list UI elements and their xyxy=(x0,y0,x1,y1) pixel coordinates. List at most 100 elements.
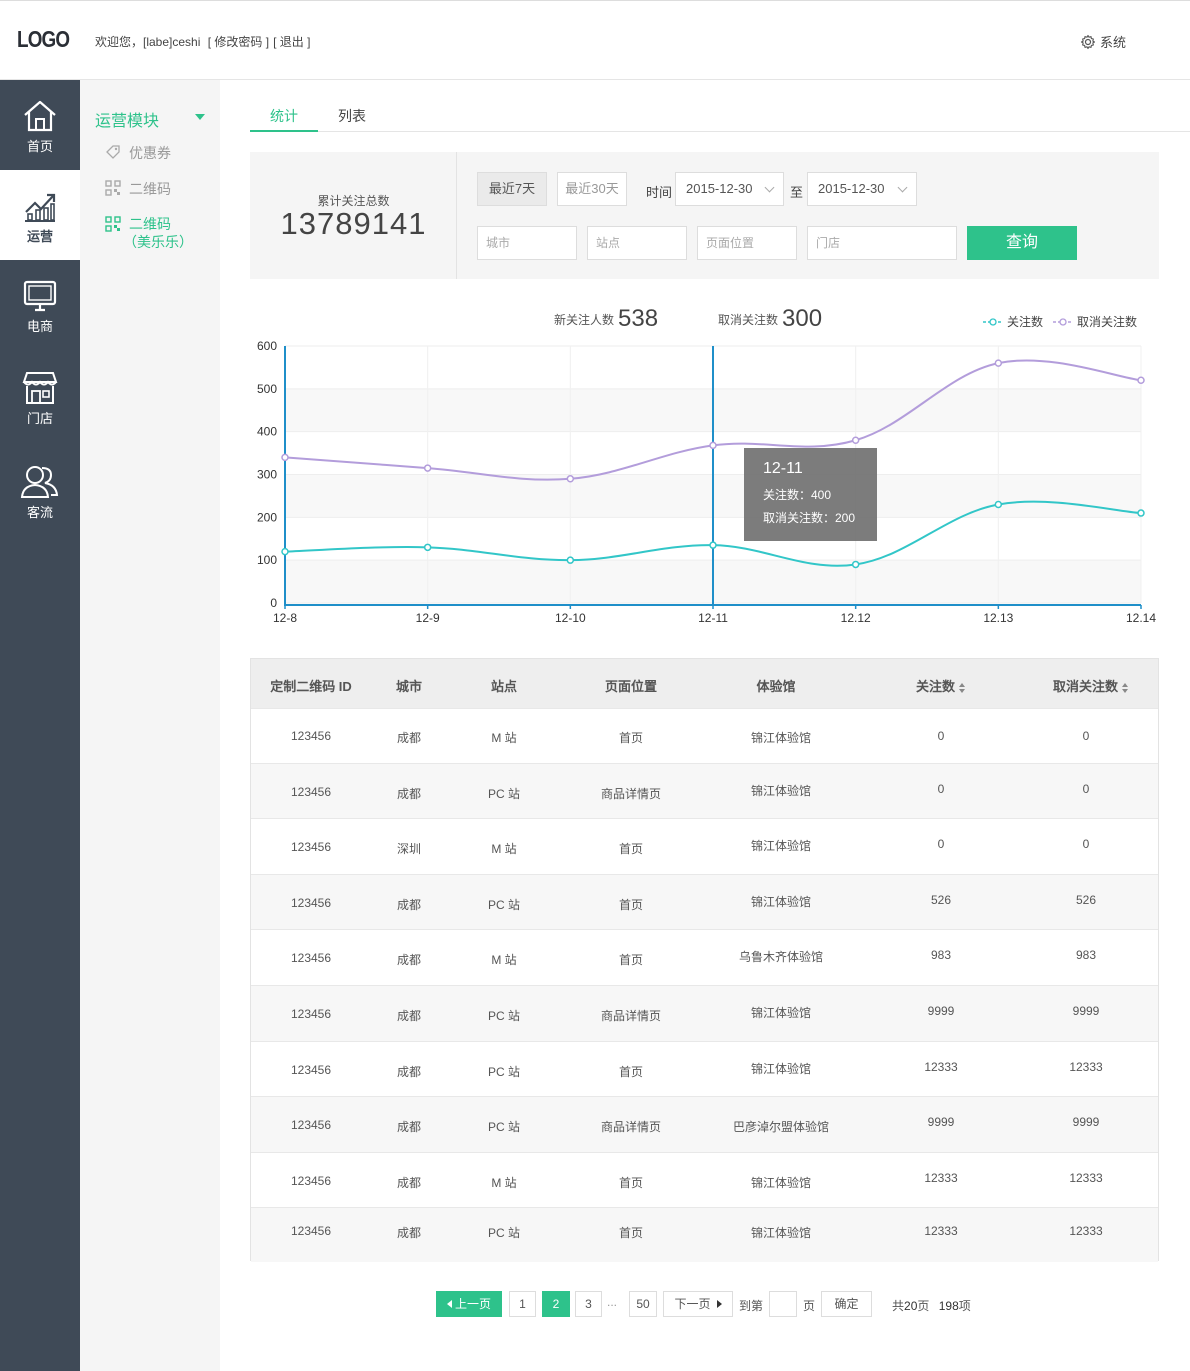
to-label: 至 xyxy=(790,185,804,200)
table-cell: PC 站 xyxy=(487,1065,520,1079)
monitor-icon xyxy=(23,280,57,312)
table-cell: 0 xyxy=(937,837,945,851)
table-row[interactable]: 123456 成都 PC 站 首页 锦江体验馆 12333 12333 xyxy=(251,1041,1158,1096)
table-cell: 乌鲁木齐体验馆 xyxy=(738,950,823,964)
table-cell: 首页 xyxy=(618,1065,643,1079)
table-cell: PC 站 xyxy=(487,1009,520,1023)
col-header-page: 页面位置 xyxy=(604,679,657,694)
table-row[interactable]: 123456 成都 M 站 首页 乌鲁木齐体验馆 983 983 xyxy=(251,929,1158,985)
data-point-follow xyxy=(994,500,1003,509)
items-suffix: 项 xyxy=(958,1299,971,1313)
last-7-days-button[interactable]: 最近7天 xyxy=(477,172,547,206)
table-cell: 锦江体验馆 xyxy=(750,1226,811,1240)
table-cell: PC 站 xyxy=(487,898,520,912)
sub-nav-item-coupon[interactable]: 优惠券 xyxy=(105,143,171,163)
new-follow-value: 538 xyxy=(618,305,659,332)
query-button[interactable]: 查询 xyxy=(967,226,1077,260)
system-menu[interactable]: 系统 xyxy=(1080,32,1126,51)
nav-item-store[interactable]: 门店 xyxy=(0,350,80,440)
tooltip-line-unfollow: 取消关注数：200 xyxy=(763,511,856,525)
tab-list[interactable]: 列表 xyxy=(338,106,366,126)
table-cell: 123456 xyxy=(290,896,332,910)
chart-legend: 关注数 取消关注数 xyxy=(983,313,1137,330)
x-tick-label: 12.12 xyxy=(841,611,871,625)
sub-nav-sublabel-meilele: （美乐乐） xyxy=(123,234,193,250)
legend-unfollow-label: 取消关注数 xyxy=(1077,315,1138,329)
x-tick-label: 12-8 xyxy=(273,611,297,625)
logo[interactable]: LOGO xyxy=(17,26,70,53)
legend-follow-label: 关注数 xyxy=(1007,315,1044,329)
col-header-follow[interactable]: 关注数 xyxy=(891,676,991,695)
last-30-days-button[interactable]: 最近30天 xyxy=(557,172,627,206)
follow-line-chart: 0 100 200 300 400 500 600 12-8 12-9 12-10 12-11 12.… xyxy=(257,339,1156,625)
table-row[interactable]: 123456 成都 PC 站 商品详情页 锦江体验馆 9999 9999 xyxy=(251,985,1158,1041)
col-header-follow-label: 关注数 xyxy=(915,679,955,694)
gear-icon xyxy=(1080,34,1096,49)
tab-statistics[interactable]: 统计 xyxy=(270,106,298,126)
table-cell: 成都 xyxy=(396,1120,421,1134)
logout-link[interactable]: [ 退出 ] xyxy=(273,35,310,49)
legend-item-follow[interactable]: 关注数 xyxy=(983,313,1043,330)
sub-nav-item-qrcode[interactable]: 二维码 xyxy=(105,179,171,199)
table-cell: 0 xyxy=(1082,782,1090,796)
table-cell: PC 站 xyxy=(487,787,520,801)
table-row[interactable]: 123456 深圳 M 站 首页 锦江体验馆 0 0 xyxy=(251,818,1158,874)
store-input[interactable] xyxy=(807,226,957,260)
table-cell: 锦江体验馆 xyxy=(750,731,811,745)
change-password-link[interactable]: [ 修改密码 ] xyxy=(208,35,269,49)
city-input[interactable] xyxy=(477,226,577,260)
data-point-follow xyxy=(709,541,717,549)
table-header: 定制二维码 ID 城市 站点 页面位置 体验馆 关注数 取消关注数 xyxy=(251,659,1158,708)
sub-nav-item-qrcode-meilele[interactable]: 二维码 （美乐乐） xyxy=(105,215,193,251)
site-input[interactable] xyxy=(587,226,687,260)
table-cell: 12333 xyxy=(924,1060,958,1074)
nav-item-ecommerce[interactable]: 电商 xyxy=(0,260,80,350)
pagination: 上一页 1 2 3 ... 50 下一页 到第 页 确定 共20页 198项 xyxy=(0,1291,1190,1317)
goto-page-input[interactable] xyxy=(769,1291,797,1317)
table-cell: 成都 xyxy=(396,898,421,912)
goto-confirm-button[interactable]: 确定 xyxy=(821,1291,872,1317)
col-header-venue: 体验馆 xyxy=(756,679,796,694)
table-cell: 9999 xyxy=(927,1004,955,1018)
table-row[interactable]: 123456 成都 PC 站 首页 锦江体验馆 526 526 xyxy=(251,874,1158,929)
page-position-input[interactable] xyxy=(697,226,797,260)
store-icon xyxy=(22,372,58,404)
page-50-button[interactable]: 50 xyxy=(629,1291,657,1317)
nav-label-operations: 运营 xyxy=(26,229,53,244)
sort-icon xyxy=(1122,682,1129,693)
home-icon xyxy=(24,100,56,132)
table-cell: 锦江体验馆 xyxy=(750,1176,811,1190)
table-cell: 123456 xyxy=(290,785,332,799)
table-row[interactable]: 123456 成都 PC 站 首页 锦江体验馆 12333 12333 xyxy=(251,1207,1158,1262)
next-page-button[interactable]: 下一页 xyxy=(663,1291,733,1317)
nav-item-operations[interactable]: 运营 xyxy=(0,170,80,260)
date-to-select[interactable]: 2015-12-30 xyxy=(807,172,917,206)
table-row[interactable]: 123456 成都 M 站 首页 锦江体验馆 0 0 xyxy=(251,708,1158,763)
legend-item-unfollow[interactable]: 取消关注数 xyxy=(1053,313,1137,330)
table-cell: M 站 xyxy=(491,842,517,856)
page-2-button[interactable]: 2 xyxy=(542,1291,570,1317)
nav-item-home[interactable]: 首页 xyxy=(0,80,80,170)
date-to-value: 2015-12-30 xyxy=(818,181,885,196)
sub-nav-title[interactable]: 运营模块 xyxy=(95,107,159,131)
table-row[interactable]: 123456 成都 M 站 首页 锦江体验馆 12333 12333 xyxy=(251,1152,1158,1207)
table-cell: 成都 xyxy=(396,1065,421,1079)
prev-page-button[interactable]: 上一页 xyxy=(436,1291,502,1317)
unfollow-label: 取消关注数 xyxy=(718,313,779,327)
nav-item-traffic[interactable]: 客流 xyxy=(0,440,80,530)
table-cell: 9999 xyxy=(1072,1004,1100,1018)
date-from-select[interactable]: 2015-12-30 xyxy=(675,172,784,206)
col-header-city: 城市 xyxy=(395,679,422,694)
page-3-button[interactable]: 3 xyxy=(575,1291,602,1317)
legend-unfollow-icon xyxy=(1053,317,1074,326)
tooltip-line-follow: 关注数：400 xyxy=(763,488,832,502)
table-row[interactable]: 123456 成都 PC 站 商品详情页 锦江体验馆 0 0 xyxy=(251,763,1158,818)
page-1-button[interactable]: 1 xyxy=(509,1291,536,1317)
table-row[interactable]: 123456 成都 PC 站 商品详情页 巴彦淖尔盟体验馆 9999 9999 xyxy=(251,1096,1158,1152)
qrcode-table: 定制二维码 ID 城市 站点 页面位置 体验馆 关注数 取消关注数 123456… xyxy=(250,658,1159,1262)
table-cell: 首页 xyxy=(618,953,643,967)
col-header-unfollow[interactable]: 取消关注数 xyxy=(1036,676,1146,695)
table-cell: M 站 xyxy=(491,731,517,745)
caret-down-icon[interactable] xyxy=(195,114,205,120)
data-point-unfollow xyxy=(423,464,432,472)
